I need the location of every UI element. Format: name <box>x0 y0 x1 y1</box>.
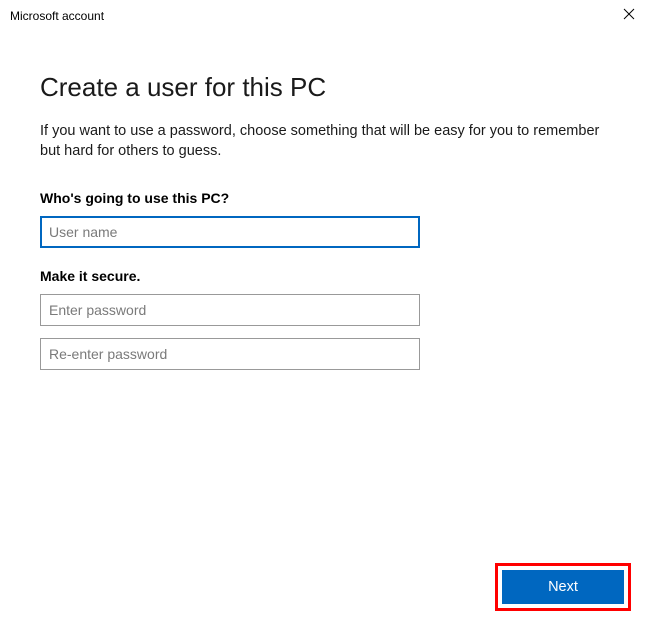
username-input[interactable] <box>40 216 420 248</box>
page-title: Create a user for this PC <box>40 72 613 103</box>
next-button[interactable]: Next <box>502 570 624 604</box>
user-section-label: Who's going to use this PC? <box>40 190 613 206</box>
titlebar: Microsoft account <box>0 0 653 32</box>
dialog-content: Create a user for this PC If you want to… <box>0 32 653 370</box>
highlight-box: Next <box>495 563 631 611</box>
footer: Next <box>495 563 631 611</box>
window-title: Microsoft account <box>10 9 104 23</box>
close-icon[interactable] <box>617 6 641 26</box>
secure-section-label: Make it secure. <box>40 268 613 284</box>
page-description: If you want to use a password, choose so… <box>40 121 613 162</box>
password-input[interactable] <box>40 294 420 326</box>
confirm-password-input[interactable] <box>40 338 420 370</box>
